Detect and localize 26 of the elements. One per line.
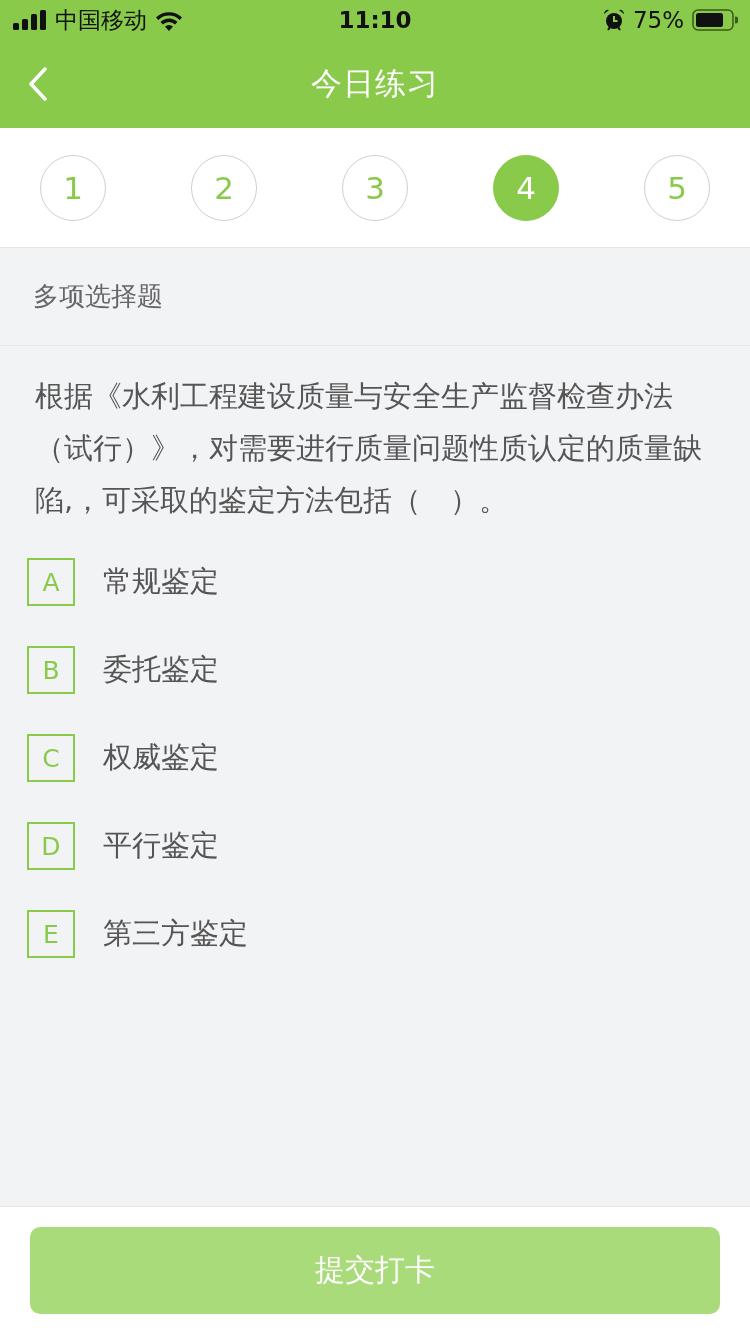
- question-type: 多项选择题: [33, 280, 163, 313]
- question-number[interactable]: 5: [644, 154, 710, 221]
- option-marker[interactable]: E: [27, 910, 75, 958]
- option-text[interactable]: 平行鉴定: [103, 826, 219, 866]
- back-icon[interactable]: [28, 67, 48, 101]
- alarm-clock-icon: [602, 9, 625, 31]
- question-number[interactable]: 3: [342, 154, 408, 221]
- page-title: 今日练习: [311, 64, 439, 103]
- wifi-icon: [155, 9, 183, 31]
- question-number[interactable]: 4: [493, 154, 559, 221]
- option-text[interactable]: 委托鉴定: [103, 650, 219, 690]
- carrier-name: 中国移动: [55, 8, 147, 32]
- question-number[interactable]: 1: [40, 154, 106, 221]
- battery-icon: [692, 9, 738, 31]
- option-text[interactable]: 权威鉴定: [103, 738, 219, 778]
- signal-icon: [13, 10, 47, 30]
- question-text: 根据《水利工程建设质量与安全生产监督检查办法（试行）》，对需要进行质量问题性质认定的质量缺陷,，可采取的鉴定方法包括（ ）。: [34, 378, 703, 519]
- option-marker[interactable]: B: [27, 646, 75, 694]
- option-text[interactable]: 第三方鉴定: [103, 914, 248, 954]
- option-marker[interactable]: D: [27, 822, 75, 870]
- question-number[interactable]: 2: [191, 154, 257, 221]
- status-time: 11:10: [338, 8, 412, 32]
- battery-percent: 75%: [632, 8, 684, 32]
- option-marker[interactable]: C: [27, 734, 75, 782]
- option-text[interactable]: 常规鉴定: [103, 562, 219, 602]
- option-marker[interactable]: A: [27, 558, 75, 606]
